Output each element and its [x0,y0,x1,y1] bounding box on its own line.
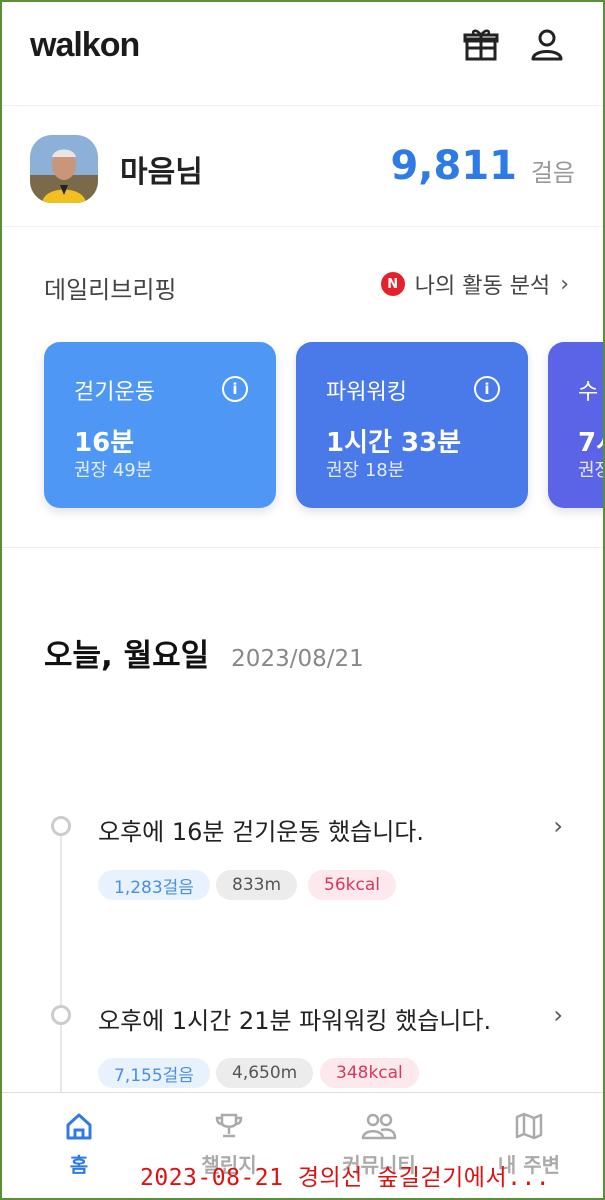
card-value: 7시 [578,428,603,458]
nav-label: 홈 [69,1153,89,1177]
activity-text: 오후에 16분 걷기운동 했습니다. [98,818,425,846]
card-title: 수 [578,380,599,405]
card-value: 1시간 33분 [326,428,462,458]
info-icon[interactable]: i [474,376,500,402]
activity-analysis-label: 나의 활동 분석 [414,274,551,299]
daily-briefing: 데일리브리핑 N 나의 활동 분석 › 걷기운동 i 16분 권장 49분 파워… [2,228,603,548]
timeline-dot [51,816,71,836]
app-logo: walkon [30,26,140,64]
photo-caption: 2023-08-21 경의선 숲길걷기에서... [140,1165,551,1191]
card-title: 파워워킹 [326,380,407,405]
today-title: 오늘, 월요일 [44,638,210,674]
card-recommend: 권장 49분 [74,460,153,481]
today-header: 오늘, 월요일 2023/08/21 [44,630,364,675]
info-icon[interactable]: i [222,376,248,402]
app-frame: walkon 마음님 9,811 걸음 데일리브리핑 N 나의 활동 분석 › … [0,0,605,1200]
timeline-dot [51,1005,71,1025]
power-walking-card[interactable]: 파워워킹 i 1시간 33분 권장 18분 [296,342,528,508]
card-recommend: 권장 18분 [326,460,405,481]
gift-icon[interactable] [462,26,500,64]
distance-chip: 4,650m [216,1058,314,1088]
map-icon [454,1107,603,1145]
activity-text: 오후에 1시간 21분 파워워킹 했습니다. [98,1007,492,1035]
kcal-chip: 56kcal [308,870,396,900]
profile-summary: 마음님 9,811 걸음 [2,107,603,227]
card-value: 16분 [74,428,135,458]
trophy-icon [154,1107,304,1145]
kcal-chip: 348kcal [320,1058,419,1088]
steps-chip: 7,155걸음 [98,1058,210,1088]
step-count: 9,811 [390,143,517,189]
timeline-line [60,830,62,1100]
step-unit: 걸음 [530,159,575,187]
user-name: 마음님 [120,155,203,190]
activity-analysis-link[interactable]: N 나의 활동 분석 › [380,268,569,300]
home-icon [4,1107,154,1145]
chevron-right-icon[interactable]: › [553,1001,563,1029]
today-date: 2023/08/21 [231,646,364,672]
chevron-right-icon: › [560,271,569,297]
third-card[interactable]: 수 7시 권장 [548,342,603,508]
people-icon [304,1107,454,1145]
walking-card[interactable]: 걷기운동 i 16분 권장 49분 [44,342,276,508]
distance-chip: 833m [216,870,298,900]
new-badge: N [380,272,405,296]
card-recommend: 권장 [578,460,603,481]
steps-chip: 1,283걸음 [98,870,210,900]
briefing-title: 데일리브리핑 [44,276,177,304]
chevron-right-icon[interactable]: › [553,812,563,840]
user-icon[interactable] [528,26,566,64]
card-title: 걷기운동 [74,380,155,405]
avatar[interactable] [30,135,98,203]
nav-home[interactable]: 홈 [4,1107,154,1178]
top-bar: walkon [2,2,603,106]
